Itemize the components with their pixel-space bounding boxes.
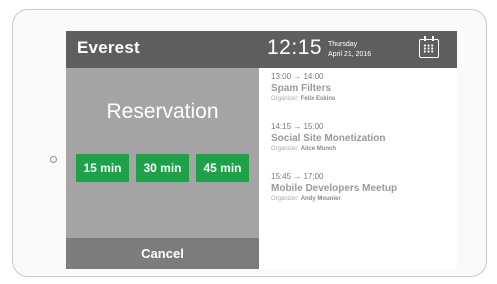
event-organizer: Organizer: Felix Eskins [271,96,336,102]
current-time: 12:15 [267,36,323,59]
reserve-30-min-button[interactable]: 30 min [136,154,189,182]
reservation-panel: Reservation 15 min 30 min 45 min Cancel [66,68,259,269]
cancel-button[interactable]: Cancel [66,238,259,269]
reserve-45-min-button[interactable]: 45 min [196,154,249,182]
list-item[interactable]: 15:45 → 17:00 Mobile Developers Meetup O… [271,172,397,202]
room-name: Everest [77,38,140,57]
event-time: 15:45 → 17:00 [271,172,324,181]
reserve-15-min-button[interactable]: 15 min [76,154,129,182]
weekday: Thursday [328,41,358,48]
header-bar: Everest 12:15 Thursday April 21, 2016 [66,31,457,68]
reservation-title: Reservation [106,100,219,123]
room-display-screen: Everest 12:15 Thursday April 21, 2016 Re… [66,31,457,269]
event-time: 14:15 → 15:00 [271,122,324,131]
event-organizer: Organizer: Alice Munch [271,146,337,152]
home-button[interactable] [50,156,57,163]
list-item[interactable]: 13:00 → 14:00 Spam Filters Organizer: Fe… [271,72,335,102]
calendar-icon[interactable] [419,36,439,58]
event-title: Spam Filters [271,83,332,94]
list-item[interactable]: 14:15 → 15:00 Social Site Monetization O… [271,122,385,152]
event-title: Social Site Monetization [271,133,386,144]
date-text: April 21, 2016 [328,51,372,58]
date-block: Thursday April 21, 2016 [328,40,371,60]
schedule-list: 13:00 → 14:00 Spam Filters Organizer: Fe… [259,68,457,269]
event-time: 13:00 → 14:00 [271,72,324,81]
event-title: Mobile Developers Meetup [271,183,398,194]
event-organizer: Organizer: Andy Mounier [271,196,341,202]
